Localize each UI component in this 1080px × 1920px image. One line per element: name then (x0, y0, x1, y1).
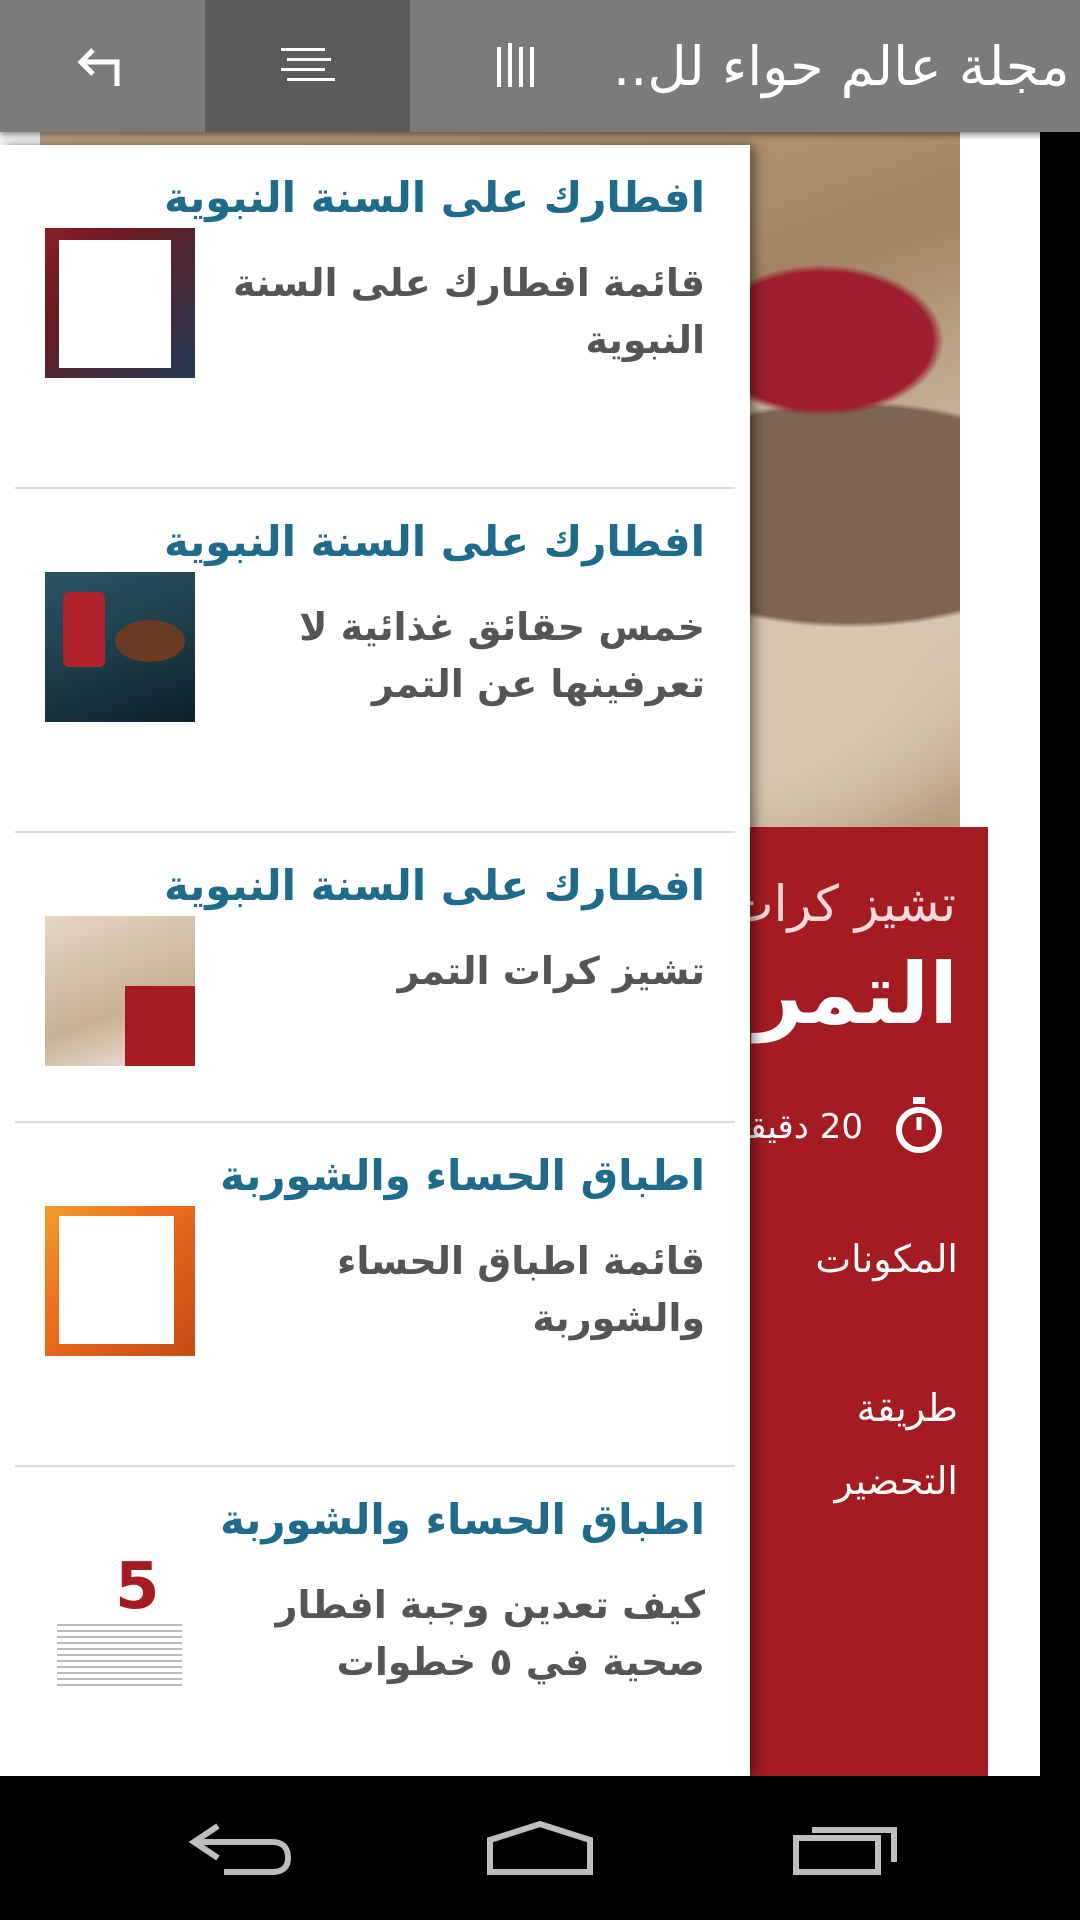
nav-back-button[interactable] (160, 1776, 320, 1920)
list-item[interactable]: 5 اطباق الحساء والشوربة كيف تعدين وجبة ا… (15, 1467, 735, 1776)
recipe-time: 20 دقيقة (731, 1107, 863, 1147)
list-item[interactable]: افطارك على السنة النبوية قائمة افطارك عل… (15, 145, 735, 489)
list-item[interactable]: افطارك على السنة النبوية تشيز كرات التمر (15, 833, 735, 1123)
item-subtitle: تشيز كرات التمر (397, 949, 705, 993)
item-subtitle: خمس حقائق غذائية لا تعرفينها عن التمر (299, 605, 705, 706)
recipe-title: التمر (754, 945, 958, 1043)
item-title: اطباق الحساء والشوربة (220, 1151, 705, 1200)
nav-home-button[interactable] (460, 1776, 620, 1920)
list-icon (280, 48, 335, 81)
thumbnail (45, 916, 195, 1066)
toc-menu-button[interactable] (205, 0, 410, 132)
nav-recents-button[interactable] (765, 1776, 925, 1920)
table-of-contents-drawer: افطارك على السنة النبوية قائمة افطارك عل… (0, 145, 750, 1776)
nav-home-icon (487, 1820, 593, 1875)
back-button[interactable] (0, 0, 205, 132)
back-arrow-icon (76, 48, 119, 86)
timer-icon (896, 1097, 942, 1153)
action-bar: مجلة عالم حواء لل.. (0, 0, 1080, 132)
nav-back-icon (188, 1823, 292, 1875)
list-item[interactable]: افطارك على السنة النبوية خمس حقائق غذائي… (15, 489, 735, 833)
item-title: اطباق الحساء والشوربة (220, 1495, 705, 1544)
item-title: افطارك على السنة النبوية (164, 173, 705, 222)
pages-icon (497, 43, 534, 87)
ingredients-link[interactable]: المكونات (815, 1237, 958, 1281)
system-navigation-bar (0, 1776, 1080, 1920)
thumbnail: 5 (45, 1550, 195, 1700)
list-item[interactable]: اطباق الحساء والشوربة قائمة اطباق الحساء… (15, 1123, 735, 1467)
thumbnail (45, 228, 195, 378)
recipe-subtitle: تشيز كرات (726, 875, 956, 933)
pages-button[interactable] (410, 0, 620, 132)
item-subtitle: كيف تعدين وجبة افطار صحية في ٥ خطوات (275, 1583, 705, 1684)
nav-recents-icon (793, 1827, 897, 1875)
item-title: افطارك على السنة النبوية (164, 861, 705, 910)
method-link[interactable]: طريقة التحضير (758, 1372, 958, 1518)
item-subtitle: قائمة اطباق الحساء والشوربة (336, 1239, 705, 1340)
thumbnail (45, 572, 195, 722)
item-subtitle: قائمة افطارك على السنة النبوية (233, 261, 705, 362)
thumbnail (45, 1206, 195, 1356)
app-title: مجلة عالم حواء لل.. (613, 34, 1068, 98)
item-title: افطارك على السنة النبوية (164, 517, 705, 566)
recipe-info-panel: تشيز كرات التمر 20 دقيقة المكونات طريقة … (727, 827, 988, 1776)
